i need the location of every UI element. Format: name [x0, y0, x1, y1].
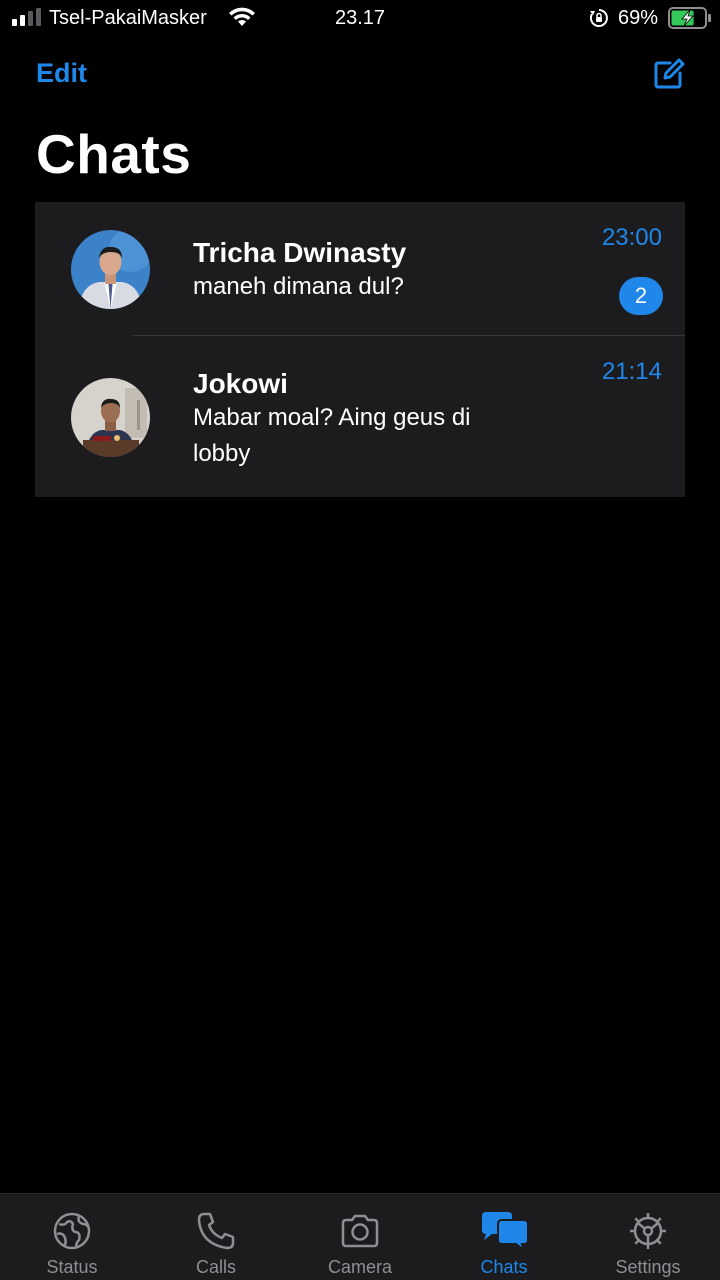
tab-camera[interactable]: Camera: [288, 1194, 432, 1280]
avatar-image: [71, 378, 150, 457]
tab-label: Camera: [327, 1257, 393, 1277]
tab-settings[interactable]: Settings: [576, 1194, 720, 1280]
tab-label: Status: [46, 1257, 98, 1277]
status-time: 23.17: [0, 7, 720, 30]
page-title: Chats: [36, 123, 192, 185]
chat-row-jokowi[interactable]: Jokowi Mabar moal? Aing geus di lobby 21…: [35, 336, 685, 497]
status-icon: [53, 1212, 91, 1250]
tab-chats[interactable]: Chats: [432, 1194, 576, 1280]
chat-time: 21:14: [601, 358, 662, 385]
chat-time: 23:00: [601, 224, 662, 251]
chat-name: Jokowi: [193, 368, 288, 399]
gear-icon: [630, 1213, 666, 1249]
orientation-lock-icon: [589, 9, 608, 27]
status-time-text: 23.17: [334, 7, 386, 29]
camera-icon: [341, 1214, 379, 1248]
tab-status[interactable]: Status: [0, 1194, 144, 1280]
tab-label: Settings: [615, 1257, 681, 1277]
chat-last-message: Mabar moal? Aing geus di lobby: [193, 404, 471, 467]
chat-name: Tricha Dwinasty: [193, 237, 407, 268]
chat-row-tricha-dwinasty[interactable]: Tricha Dwinasty maneh dimana dul? 23:00 …: [35, 202, 685, 336]
tab-calls[interactable]: Calls: [144, 1194, 288, 1280]
chats-icon: [482, 1212, 529, 1252]
chat-list: Tricha Dwinasty maneh dimana dul? 23:00 …: [35, 202, 685, 497]
tab-label: Chats: [480, 1257, 528, 1277]
tab-label: Calls: [195, 1257, 236, 1277]
phone-icon: [197, 1212, 235, 1250]
avatar[interactable]: [71, 230, 150, 309]
battery-charging-icon: [668, 7, 711, 29]
compose-icon[interactable]: [652, 57, 686, 91]
status-bar: Tsel-PakaiMasker 23.17 69%: [0, 0, 720, 40]
edit-button[interactable]: Edit: [36, 58, 87, 89]
avatar[interactable]: [71, 378, 150, 457]
unread-badge: 2: [619, 277, 663, 315]
tab-bar: Status Calls Camera Chats Settings: [0, 1193, 720, 1280]
chat-last-message: maneh dimana dul?: [193, 273, 404, 300]
avatar-image: [71, 230, 150, 309]
battery-percentage: 69%: [618, 7, 659, 29]
